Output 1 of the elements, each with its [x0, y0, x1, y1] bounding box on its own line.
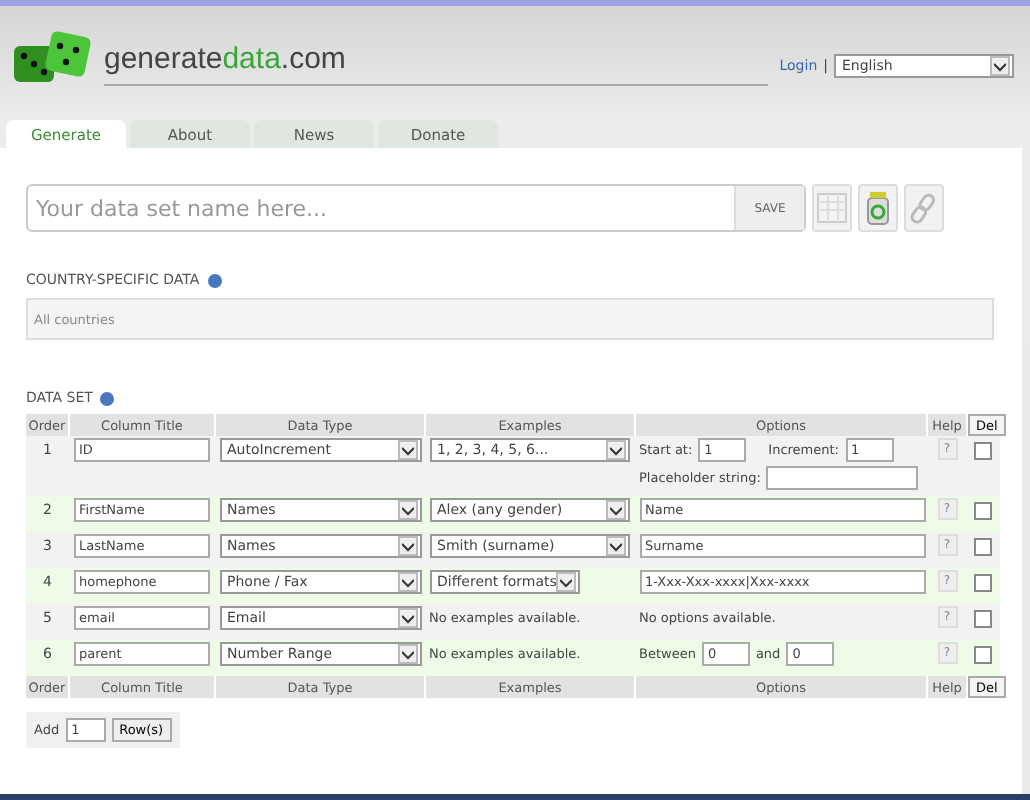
site-logo-text: generatedata.com	[104, 42, 346, 76]
